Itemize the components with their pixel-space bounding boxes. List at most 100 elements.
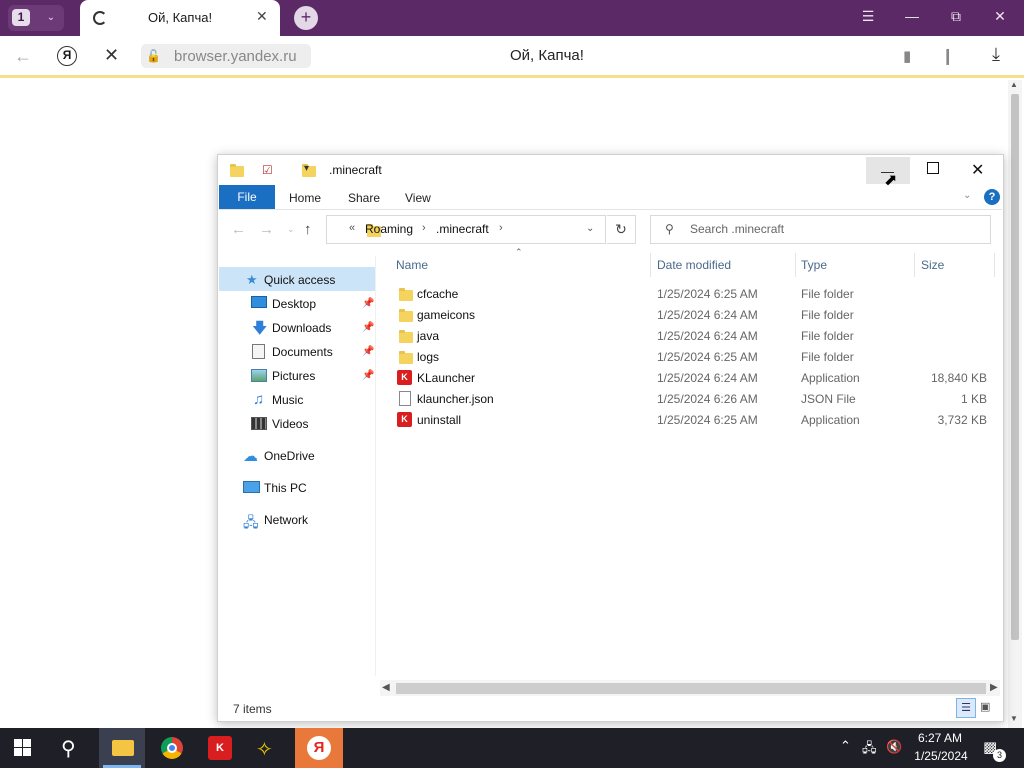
column-header-size[interactable]: Size [921,258,944,272]
nav-item-this-pc[interactable]: This PC [264,481,307,495]
windows-start-icon[interactable] [14,739,32,757]
chevron-down-icon[interactable]: ⌄ [42,9,60,27]
chevron-right-icon[interactable]: › [422,222,426,234]
browser-close-button[interactable]: ✕ [988,8,1012,25]
browser-menu-icon[interactable]: ☰ [856,8,880,25]
nav-back-arrow-icon[interactable]: ← [231,221,246,238]
column-header-date[interactable]: Date modified [657,258,731,272]
tab-count-badge[interactable]: 1 [12,9,30,26]
breadcrumb-roaming[interactable]: Roaming [365,222,413,236]
clock-time[interactable]: 6:27 AM [916,731,964,745]
column-header-name[interactable]: Name [396,258,428,272]
ribbon-tab-share[interactable]: Share [348,191,380,205]
stop-loading-icon[interactable]: ✕ [104,45,119,66]
explorer-close-button[interactable]: ✕ [971,160,984,180]
file-name[interactable]: uninstall [417,413,461,427]
yandex-logo-icon[interactable]: Я [57,46,77,66]
table-row[interactable]: klauncher.json 1/25/2024 6:26 AM JSON Fi… [380,389,1000,409]
ribbon-tab-home[interactable]: Home [289,191,321,205]
chat-icon[interactable]: ▮ [903,47,911,65]
network-status-icon[interactable]: 🖧 [862,739,877,761]
table-row[interactable]: java 1/25/2024 6:24 AM File folder [380,326,1000,346]
path-history-dropdown-icon[interactable]: ⌄ [586,223,594,234]
file-name[interactable]: cfcache [417,287,458,301]
tray-chevron-up-icon[interactable]: ⌃ [840,738,851,754]
file-name[interactable]: java [417,329,439,343]
refresh-button[interactable]: ↻ [607,215,636,244]
scroll-down-icon[interactable]: ▼ [1010,714,1018,723]
table-row[interactable]: logs 1/25/2024 6:25 AM File folder [380,347,1000,367]
bookmark-icon[interactable]: ❙ [941,46,954,66]
scroll-right-icon[interactable]: ▶ [990,682,998,693]
table-row[interactable]: K KLauncher 1/25/2024 6:24 AM Applicatio… [380,368,1000,388]
nav-label-quick-access[interactable]: Quick access [264,273,335,287]
pin-icon[interactable]: 📌 [362,346,374,357]
nav-item-onedrive[interactable]: OneDrive [264,449,315,463]
ribbon-tab-view[interactable]: View [405,191,431,205]
help-icon[interactable]: ? [984,189,1000,205]
table-row[interactable]: gameicons 1/25/2024 6:24 AM File folder [380,305,1000,325]
file-name[interactable]: logs [417,350,439,364]
file-explorer-icon[interactable] [112,740,134,756]
properties-icon[interactable]: ☑ [262,163,273,177]
page-scrollbar-thumb[interactable] [1011,94,1019,640]
klauncher-taskbar-icon[interactable]: K [208,736,232,760]
expand-ribbon-icon[interactable]: ⌄ [963,190,971,201]
chrome-icon-center[interactable] [167,743,177,753]
scroll-left-icon[interactable]: ◀ [382,682,390,693]
pane-divider[interactable] [375,256,376,676]
explorer-maximize-button[interactable] [927,162,939,174]
ribbon-tab-file[interactable]: File [219,185,275,209]
nav-item-pictures[interactable]: Pictures [272,369,315,383]
taskbar-search-icon[interactable]: ⚲ [61,736,76,761]
customize-toolbar-icon[interactable]: ▾ [304,163,309,174]
network-icon: 🖧 [243,514,259,530]
nav-forward-arrow-icon[interactable]: → [259,221,274,238]
nav-item-videos[interactable]: Videos [272,417,308,431]
pin-icon[interactable]: 📌 [362,322,374,333]
browser-minimize-button[interactable]: — [900,8,924,24]
file-date: 1/25/2024 6:25 AM [657,287,758,301]
notification-count-badge[interactable]: 3 [993,749,1006,762]
file-name[interactable]: klauncher.json [417,392,494,406]
horizontal-scrollbar-thumb[interactable] [396,683,986,694]
new-tab-button[interactable]: + [294,6,318,30]
large-icons-view-icon[interactable]: ▣ [980,700,990,713]
path-overflow-icon[interactable]: « [349,222,355,234]
details-view-icon[interactable]: ☰ [956,698,976,718]
search-placeholder[interactable]: Search .minecraft [690,222,784,236]
table-row[interactable]: cfcache 1/25/2024 6:25 AM File folder [380,284,1000,304]
download-icon[interactable]: ⤓ [992,44,1000,65]
yandex-browser-icon[interactable]: Я [307,736,331,760]
browser-restore-button[interactable]: ⧉ [944,8,968,25]
file-name[interactable]: gameicons [417,308,475,322]
pin-icon[interactable]: 📌 [362,370,374,381]
scroll-up-icon[interactable]: ▲ [1010,80,1018,89]
tab-close-icon[interactable]: ✕ [256,8,268,25]
breadcrumb-minecraft[interactable]: .minecraft [436,222,489,236]
file-name[interactable]: KLauncher [417,371,475,385]
nav-item-music[interactable]: Music [272,393,303,407]
pin-icon[interactable]: 📌 [362,298,374,309]
chevron-right-icon[interactable]: › [499,222,503,234]
nav-item-documents[interactable]: Documents [272,345,333,359]
column-divider[interactable] [994,253,995,277]
column-divider[interactable] [795,253,796,277]
nav-item-desktop[interactable]: Desktop [272,297,316,311]
yandex-games-icon[interactable]: ✧ [256,737,273,762]
up-arrow-icon[interactable]: ↑ [304,221,312,238]
table-row[interactable]: K uninstall 1/25/2024 6:25 AM Applicatio… [380,410,1000,430]
column-header-type[interactable]: Type [801,258,827,272]
nav-item-network[interactable]: Network [264,513,308,527]
clock-date[interactable]: 1/25/2024 [912,749,970,763]
tab-title[interactable]: Ой, Капча! [148,10,212,25]
url-text[interactable]: browser.yandex.ru [174,48,297,65]
file-size: 18,840 KB [930,371,987,385]
unlock-icon[interactable]: 🔓 [146,49,161,63]
nav-item-downloads[interactable]: Downloads [272,321,331,335]
back-arrow-icon[interactable]: ← [14,46,32,67]
recent-locations-icon[interactable]: ⌄ [287,224,295,235]
volume-muted-icon[interactable]: 🔇 [886,739,902,755]
column-divider[interactable] [650,253,651,277]
column-divider[interactable] [914,253,915,277]
